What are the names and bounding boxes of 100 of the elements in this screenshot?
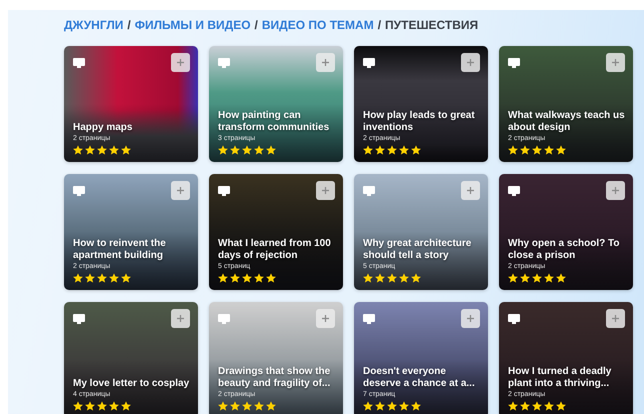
star-icon (242, 145, 252, 155)
add-button[interactable] (606, 53, 625, 72)
video-title: How painting can transform communities (218, 110, 330, 134)
star-icon (230, 273, 240, 283)
star-icon (520, 273, 530, 283)
star-icon (218, 401, 228, 411)
star-icon (121, 273, 131, 283)
star-icon (230, 401, 240, 411)
plus-icon (321, 314, 330, 323)
video-title: What walkways teach us about design (508, 110, 625, 134)
star-icon (520, 145, 530, 155)
video-title: How to reinvent the apartment building (73, 238, 167, 262)
plus-icon (176, 58, 185, 67)
star-icon (266, 145, 276, 155)
star-icon (97, 273, 107, 283)
star-icon (266, 273, 276, 283)
plus-icon (466, 314, 475, 323)
breadcrumb-separator: / (378, 18, 382, 32)
star-icon (73, 145, 83, 155)
star-icon (121, 401, 131, 411)
add-button[interactable] (461, 53, 480, 72)
add-button[interactable] (316, 181, 335, 200)
star-icon (411, 401, 421, 411)
add-button[interactable] (461, 181, 480, 200)
star-icon (254, 145, 264, 155)
breadcrumb-link[interactable]: ВИДЕО ПО ТЕМАМ (262, 18, 374, 32)
monitor-icon (508, 186, 520, 196)
star-icon (73, 273, 83, 283)
add-button[interactable] (316, 53, 335, 72)
video-title: How I turned a deadly plant into a thriving... (508, 366, 612, 390)
breadcrumb-link[interactable]: ФИЛЬМЫ И ВИДЕО (134, 18, 251, 32)
monitor-icon (508, 58, 520, 68)
star-icon (97, 401, 107, 411)
video-title: Happy maps (73, 122, 134, 134)
star-icon (375, 273, 385, 283)
monitor-icon (363, 314, 375, 324)
plus-icon (466, 186, 475, 195)
plus-icon (611, 314, 620, 323)
breadcrumb-link[interactable]: ДЖУНГЛИ (64, 18, 124, 32)
plus-icon (611, 186, 620, 195)
video-title: What I learned from 100 days of rejection (218, 238, 332, 262)
monitor-icon (218, 58, 230, 68)
star-icon (363, 401, 373, 411)
add-button[interactable] (461, 309, 480, 328)
star-icon (375, 145, 385, 155)
star-icon (218, 273, 228, 283)
star-icon (121, 145, 131, 155)
plus-icon (321, 58, 330, 67)
star-icon (363, 273, 373, 283)
star-icon (508, 145, 518, 155)
star-icon (97, 145, 107, 155)
star-icon (218, 145, 228, 155)
star-icon (556, 273, 566, 283)
star-icon (532, 273, 542, 283)
star-icon (544, 273, 554, 283)
star-icon (387, 273, 397, 283)
video-title: Doesn't everyone deserve a chance at a... (363, 366, 476, 390)
star-icon (230, 145, 240, 155)
monitor-icon (218, 186, 230, 196)
star-icon (109, 145, 119, 155)
monitor-icon (508, 314, 520, 324)
breadcrumb-separator: / (127, 18, 131, 32)
add-button[interactable] (606, 309, 625, 328)
add-button[interactable] (606, 181, 625, 200)
star-icon (508, 401, 518, 411)
video-title: Why open a school? To close a prison (508, 238, 620, 262)
star-icon (508, 273, 518, 283)
plus-icon (176, 314, 185, 323)
star-icon (532, 145, 542, 155)
monitor-icon (363, 58, 375, 68)
add-button[interactable] (316, 309, 335, 328)
video-title: How play leads to great inventions (363, 110, 476, 134)
star-icon (399, 145, 409, 155)
monitor-icon (73, 58, 85, 68)
star-icon (544, 145, 554, 155)
video-title: My love letter to cosplay (73, 378, 190, 390)
star-icon (520, 401, 530, 411)
add-button[interactable] (171, 181, 190, 200)
star-icon (266, 401, 276, 411)
star-icon (85, 401, 95, 411)
star-icon (73, 401, 83, 411)
star-icon (544, 401, 554, 411)
video-title: Drawings that show the beauty and fragility of... (218, 366, 332, 390)
breadcrumb-separator: / (254, 18, 258, 32)
star-icon (532, 401, 542, 411)
star-icon (254, 273, 264, 283)
star-icon (411, 145, 421, 155)
monitor-icon (218, 314, 230, 324)
star-icon (363, 145, 373, 155)
plus-icon (611, 58, 620, 67)
plus-icon (321, 186, 330, 195)
star-icon (411, 273, 421, 283)
star-icon (375, 401, 385, 411)
breadcrumb-current: ПУТЕШЕСТВИЯ (385, 18, 478, 32)
add-button[interactable] (171, 53, 190, 72)
star-icon (85, 273, 95, 283)
star-icon (556, 401, 566, 411)
star-icon (109, 273, 119, 283)
add-button[interactable] (171, 309, 190, 328)
star-icon (242, 401, 252, 411)
